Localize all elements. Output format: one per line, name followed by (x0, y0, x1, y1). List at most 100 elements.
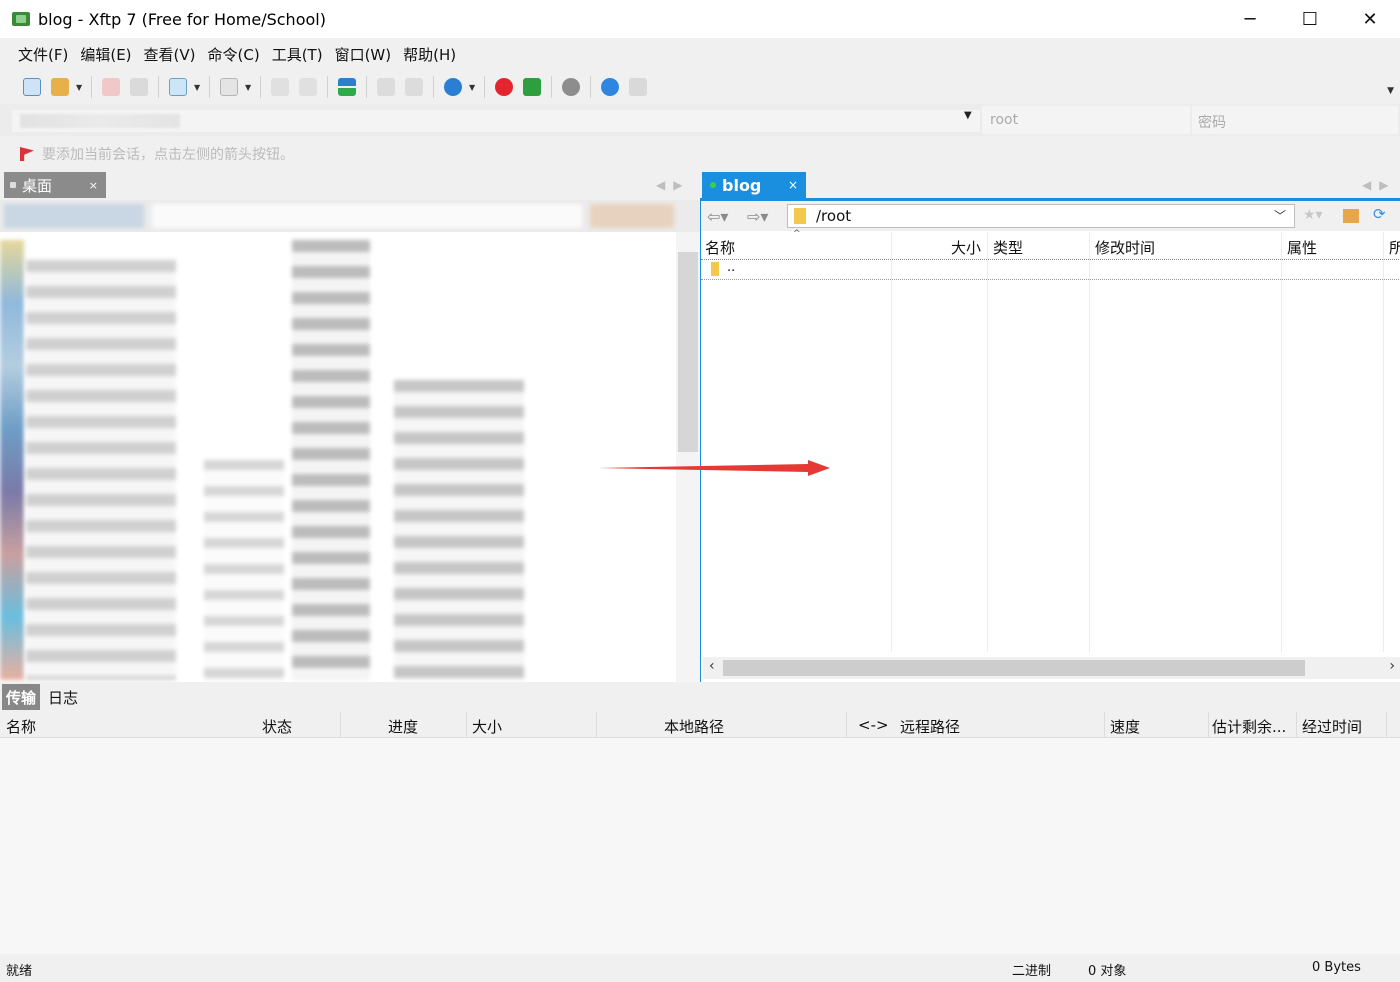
close-button[interactable]: ✕ (1340, 0, 1400, 38)
remote-pane: blog × ◀▶ ⇦▾ ⇨▾ /root ﹀ ★▾ ⟳ 名称 大小 类型 修改… (700, 172, 1400, 682)
column-attributes[interactable]: 属性 (1287, 237, 1317, 258)
remote-column-header: 名称 大小 类型 修改时间 属性 所 (701, 232, 1400, 260)
transfer-col-name[interactable]: 名称 (6, 716, 36, 737)
minimize-button[interactable]: ─ (1220, 0, 1280, 38)
new-session-icon[interactable] (20, 75, 44, 99)
maximize-button[interactable]: ☐ (1280, 0, 1340, 38)
column-owner[interactable]: 所 (1389, 237, 1400, 258)
menu-edit[interactable]: 编辑(E) (74, 44, 137, 65)
tab-close-icon[interactable]: × (788, 178, 798, 192)
remote-file-list[interactable]: ⇦▾ ⇨▾ /root ﹀ ★▾ ⟳ 名称 大小 类型 修改时间 属性 所 ^ (700, 201, 1400, 682)
local-tab-scroll-icon[interactable]: ◀▶ (656, 178, 690, 192)
open-folder-icon[interactable] (48, 75, 72, 99)
copy-icon[interactable] (268, 75, 292, 99)
transfer-list[interactable] (0, 738, 1400, 954)
tab-close-icon[interactable]: × (89, 179, 98, 192)
download-icon[interactable] (402, 75, 426, 99)
toolbar-divider (366, 76, 367, 98)
transfer-col-eta[interactable]: 估计剩余... (1212, 716, 1286, 737)
upload-icon[interactable] (374, 75, 398, 99)
menu-tools[interactable]: 工具(T) (266, 44, 329, 65)
remote-path-input[interactable]: /root ﹀ (787, 204, 1295, 228)
host-dropdown-icon[interactable]: ▼ (964, 110, 972, 121)
globe-dropdown-icon[interactable]: ▼ (469, 83, 477, 92)
terminal-dropdown-icon[interactable]: ▼ (245, 83, 253, 92)
column-modified[interactable]: 修改时间 (1095, 237, 1155, 258)
scroll-right-icon[interactable]: › (1389, 658, 1395, 674)
remote-scroll-thumb[interactable] (723, 660, 1305, 676)
column-type[interactable]: 类型 (993, 237, 1023, 258)
username-field[interactable]: root (982, 106, 1190, 134)
menu-window[interactable]: 窗口(W) (329, 44, 398, 65)
tab-local-label: 桌面 (22, 176, 53, 195)
annotation-arrow-icon (598, 460, 830, 476)
sync-icon[interactable] (335, 75, 359, 99)
tab-remote-label: blog (722, 175, 762, 195)
scroll-left-icon[interactable]: ‹ (709, 658, 715, 674)
host-input[interactable] (12, 110, 980, 132)
blurred-file-types (292, 240, 370, 680)
tab-transfer[interactable]: 传输 (2, 684, 40, 710)
terminal-icon[interactable] (217, 75, 241, 99)
blurred-path (152, 204, 582, 228)
password-field[interactable]: 密码 (1192, 106, 1398, 134)
transfer-col-size[interactable]: 大小 (472, 716, 502, 737)
column-divider (987, 232, 988, 652)
bookmark-star-icon[interactable]: ★▾ (1303, 207, 1323, 225)
tab-log[interactable]: 日志 (48, 687, 78, 708)
forward-arrow-icon[interactable]: ⇨▾ (747, 207, 768, 226)
transfer-col-local-path[interactable]: 本地路径 (664, 716, 724, 737)
disconnect-icon[interactable] (99, 75, 123, 99)
transfer-col-status[interactable]: 状态 (262, 716, 292, 737)
local-file-list[interactable] (0, 200, 700, 682)
transfer-col-progress[interactable]: 进度 (388, 716, 418, 737)
column-size[interactable]: 大小 (951, 237, 981, 258)
properties-dropdown-icon[interactable]: ▼ (194, 83, 202, 92)
home-folder-icon[interactable] (1343, 209, 1359, 223)
session-hint-bar: 要添加当前会话，点击左侧的箭头按钮。 (0, 138, 1400, 170)
tab-local-desktop[interactable]: 桌面 × (4, 172, 106, 198)
column-divider (596, 712, 597, 738)
tab-remote-blog[interactable]: blog × (702, 172, 806, 198)
transfer-col-elapsed[interactable]: 经过时间 (1302, 716, 1362, 737)
xftp-icon[interactable] (520, 75, 544, 99)
column-divider (1208, 712, 1209, 738)
back-arrow-icon[interactable]: ⇦▾ (707, 207, 728, 226)
open-dropdown-icon[interactable]: ▼ (76, 83, 84, 92)
paste-icon[interactable] (296, 75, 320, 99)
local-scroll-thumb[interactable] (678, 252, 698, 452)
remote-tab-scroll-icon[interactable]: ◀▶ (1362, 178, 1396, 192)
status-bar: 就绪 二进制 0 对象 0 Bytes (0, 956, 1400, 982)
toolbar-overflow-icon[interactable]: ▼ (1387, 86, 1394, 96)
tab-status-icon (10, 182, 16, 188)
chat-icon[interactable] (626, 75, 650, 99)
column-name[interactable]: 名称 (705, 237, 735, 258)
toolbar-divider (590, 76, 591, 98)
xshell-icon[interactable] (492, 75, 516, 99)
transfer-col-direction[interactable]: <-> (858, 716, 889, 734)
menu-command[interactable]: 命令(C) (202, 44, 266, 65)
title-bar: blog - Xftp 7 (Free for Home/School) ─ ☐… (0, 0, 1400, 38)
menu-help[interactable]: 帮助(H) (397, 44, 462, 65)
window-title: blog - Xftp 7 (Free for Home/School) (38, 9, 326, 29)
remote-horizontal-scrollbar[interactable]: ‹ › (703, 657, 1400, 679)
help-icon[interactable] (598, 75, 622, 99)
menu-file[interactable]: 文件(F) (12, 44, 74, 65)
path-dropdown-icon[interactable]: ﹀ (1274, 207, 1286, 224)
toolbar-divider (260, 76, 261, 98)
bottom-tab-bar: 传输 日志 (0, 684, 1400, 710)
blurred-file-sizes (204, 460, 284, 680)
globe-icon[interactable] (441, 75, 465, 99)
blurred-file-names (26, 260, 176, 680)
status-object-count: 0 对象 (1088, 964, 1127, 979)
refresh-icon[interactable]: ⟳ (1373, 205, 1391, 223)
settings-icon[interactable] (559, 75, 583, 99)
add-session-arrow-icon[interactable] (20, 147, 34, 161)
reconnect-icon[interactable] (127, 75, 151, 99)
table-row[interactable]: .. (701, 260, 1400, 280)
transfer-col-speed[interactable]: 速度 (1110, 716, 1140, 737)
transfer-col-remote-path[interactable]: 远程路径 (900, 716, 960, 737)
toolbar-divider (551, 76, 552, 98)
session-properties-icon[interactable] (166, 75, 190, 99)
menu-view[interactable]: 查看(V) (138, 44, 202, 65)
